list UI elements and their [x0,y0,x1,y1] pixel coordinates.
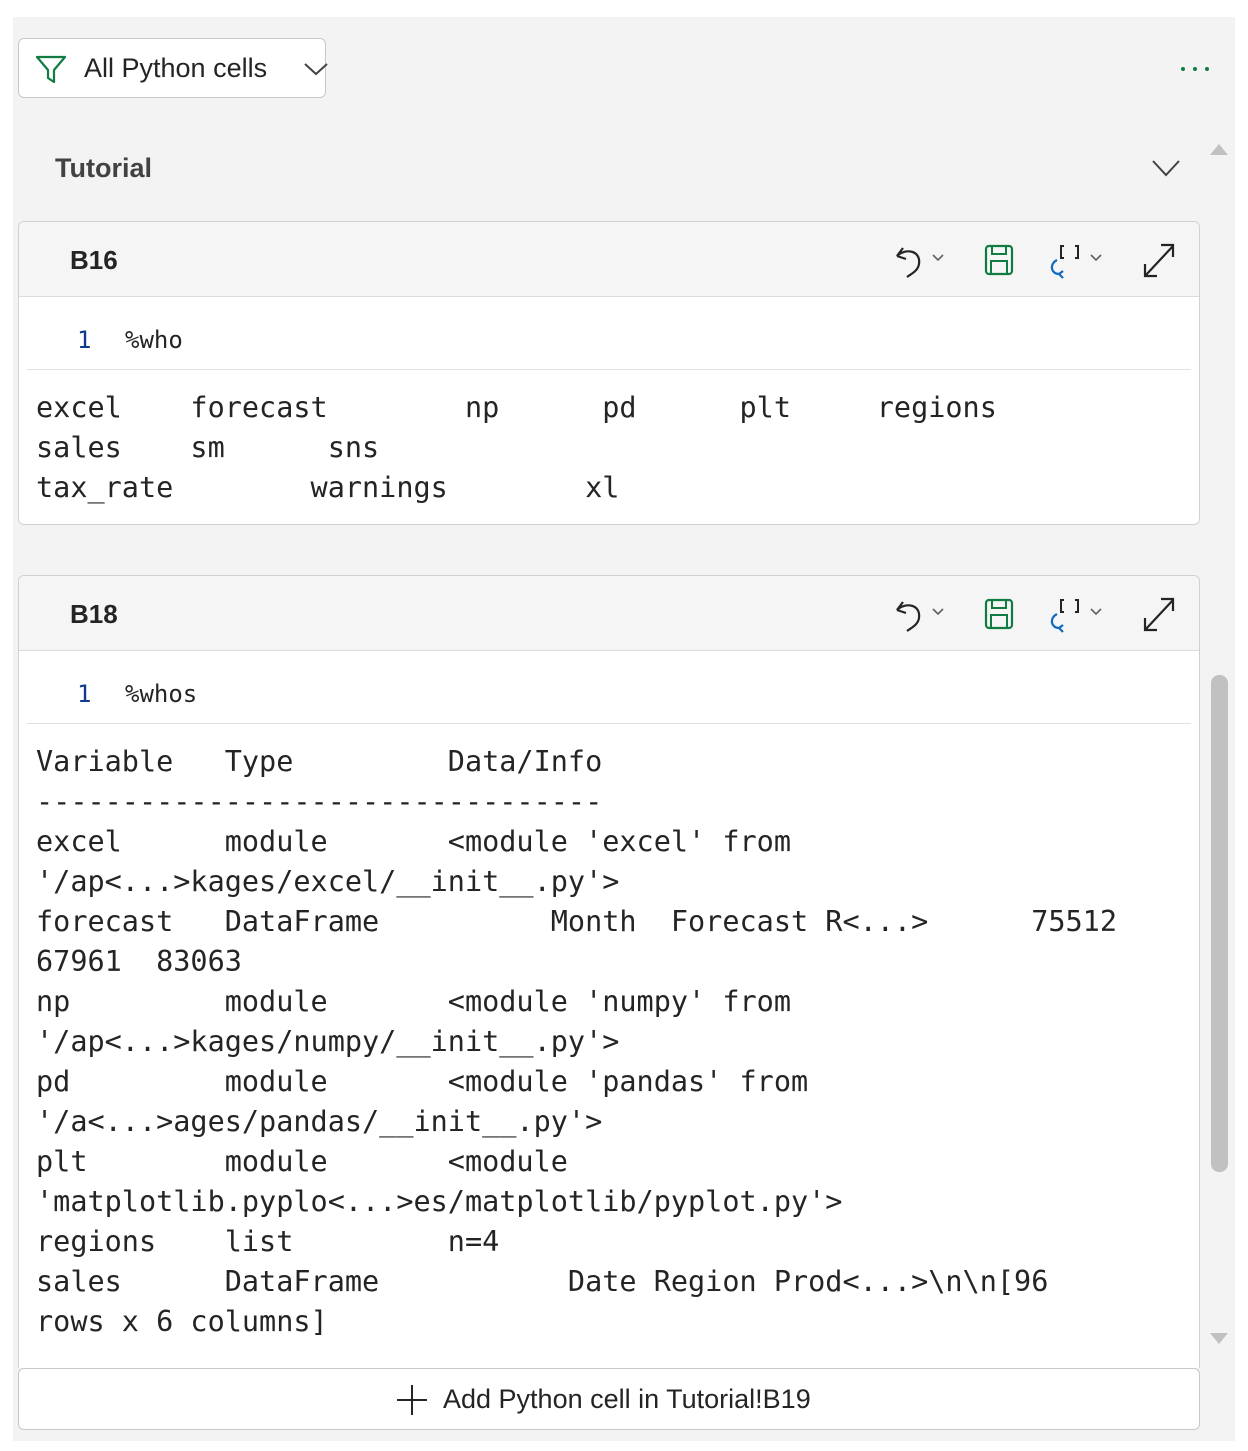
line-number: 1 [77,326,92,354]
save-button[interactable] [983,594,1015,634]
code-text[interactable]: %whos [125,680,197,708]
output-type-icon [1050,599,1102,633]
line-number: 1 [77,680,92,708]
expand-icon [1143,597,1175,632]
section-title: Tutorial [55,153,152,183]
scroll-up-button[interactable] [1209,141,1229,162]
save-button[interactable] [983,240,1015,280]
output-type-button[interactable] [1047,240,1111,280]
code-editor[interactable]: 1 %whos [19,650,1199,724]
expand-button[interactable] [1141,594,1177,634]
add-python-cell-button[interactable]: Add Python cell in Tutorial!B19 [18,1368,1200,1430]
more-options-icon [1181,67,1209,71]
python-cell-card[interactable]: B16 1 %who excel forecast np pd plt regi… [18,221,1200,525]
cell-header: B18 [19,576,1199,651]
python-cell-card[interactable]: B18 1 %whos Variable Type Data/Info ----… [18,575,1200,1368]
divider [27,723,1191,724]
cell-output: excel forecast np pd plt regions sales s… [36,391,997,504]
cell-filter-dropdown[interactable]: All Python cells [18,38,329,98]
scroll-up-arrow-icon [1210,144,1228,155]
scroll-down-arrow-icon [1210,1333,1228,1344]
undo-icon [896,247,944,278]
scroll-down-button[interactable] [1209,1331,1229,1352]
chevron-down-icon [1152,160,1180,177]
undo-icon [896,601,944,632]
output-type-icon [1050,245,1102,279]
section-collapse-button[interactable] [1150,158,1182,185]
more-options-button[interactable] [1176,60,1216,80]
scrollbar-thumb[interactable] [1211,675,1228,1172]
cell-output: Variable Type Data/Info ----------------… [36,745,1117,1338]
code-text[interactable]: %who [125,326,183,354]
cell-reference: B18 [70,599,118,629]
chevron-down-icon [303,61,329,82]
output-type-button[interactable] [1047,594,1111,634]
add-cell-label: Add Python cell in Tutorial!B19 [443,1384,811,1414]
filter-icon [35,55,67,90]
filter-label: All Python cells [84,53,268,83]
expand-button[interactable] [1141,240,1177,280]
cell-reference: B16 [70,245,118,275]
cell-header: B16 [19,222,1199,297]
plus-icon [396,1384,428,1421]
undo-button[interactable] [891,594,951,634]
divider [27,369,1191,370]
save-icon [984,598,1014,630]
code-editor[interactable]: 1 %who [19,296,1199,370]
save-icon [984,244,1014,276]
undo-button[interactable] [891,240,951,280]
expand-icon [1143,243,1175,278]
